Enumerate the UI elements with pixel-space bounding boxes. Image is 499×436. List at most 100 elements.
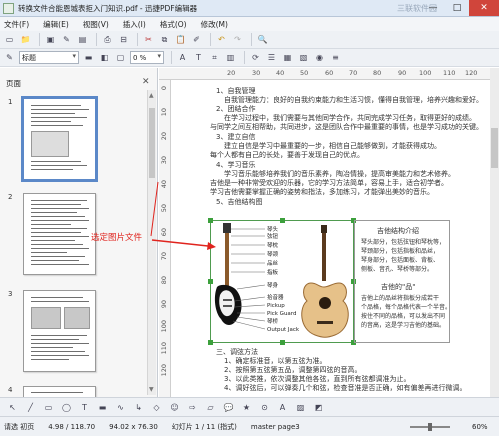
flowchart-icon[interactable]: ▱ xyxy=(204,401,217,414)
select-arrow-icon[interactable]: ↖ xyxy=(6,401,19,414)
page-number: 1 xyxy=(8,98,13,106)
fontwork-icon[interactable]: A xyxy=(276,401,289,414)
line-color-icon[interactable]: ▬ xyxy=(82,51,95,64)
menu-modify[interactable]: 修改(M) xyxy=(201,19,228,30)
pdf-export-icon[interactable]: ▤ xyxy=(76,33,89,46)
extrusion-icon[interactable]: ◩ xyxy=(312,401,325,414)
svg-text:琴枕: 琴枕 xyxy=(267,241,279,249)
figure-textbox[interactable]: 吉他结构介绍 琴头部分，包括弦钮和琴枕等， 琴颈部分，包括指板和品丝， 琴身部分… xyxy=(354,220,451,343)
page-thumbnail-2[interactable] xyxy=(23,193,96,275)
scrollbar-thumb[interactable] xyxy=(149,108,155,178)
color-icon[interactable]: ◉ xyxy=(313,51,326,64)
menu-insert[interactable]: 插入(I) xyxy=(123,19,146,30)
block-arrows-icon[interactable]: ⇨ xyxy=(186,401,199,414)
font-icon[interactable]: A xyxy=(176,51,189,64)
menu-edit[interactable]: 编辑(E) xyxy=(43,19,69,30)
open-folder-icon[interactable]: 📁 xyxy=(19,33,32,46)
crop-icon[interactable]: ⌗ xyxy=(208,51,221,64)
copy-icon[interactable]: ⧉ xyxy=(158,33,171,46)
scroll-down-icon[interactable]: ▼ xyxy=(149,386,154,393)
svg-text:琴颈: 琴颈 xyxy=(267,250,279,258)
standard-toolbar: ▭ 📁 ▣ ✎ ▤ ⎙ ⊟ ✂ ⧉ 📋 ✐ ↶ ↷ 🔍 xyxy=(0,31,499,49)
transparency-field[interactable]: 0 % xyxy=(130,51,164,64)
doc-line: 1、确定标准音，以第五弦为准。 xyxy=(224,357,327,365)
image-insert-icon[interactable]: ▨ xyxy=(294,401,307,414)
zoom-slider[interactable] xyxy=(410,423,450,431)
paint-bucket-icon[interactable]: ✎ xyxy=(3,51,16,64)
page-thumbnail-1[interactable] xyxy=(21,96,98,182)
close-button[interactable]: ✕ xyxy=(469,0,499,16)
save-icon[interactable]: ▣ xyxy=(44,33,57,46)
status-mode: 请选 初页 xyxy=(4,422,35,431)
rectangle-tool-icon[interactable]: ▭ xyxy=(42,401,55,414)
resize-handle[interactable] xyxy=(208,340,213,345)
status-size: 94.02 x 76.30 xyxy=(109,422,158,431)
scrollbar-thumb[interactable] xyxy=(491,128,498,168)
page-thumbnail-3[interactable] xyxy=(23,290,96,372)
new-icon[interactable]: ▭ xyxy=(3,33,16,46)
resize-handle[interactable] xyxy=(280,218,285,223)
window-controls: — □ ✕ xyxy=(421,0,499,16)
symbol-shapes-icon[interactable]: ☺ xyxy=(168,401,181,414)
minimize-button[interactable]: — xyxy=(421,0,445,16)
image-icon[interactable]: ▧ xyxy=(297,51,310,64)
undo-icon[interactable]: ↶ xyxy=(215,33,228,46)
line-tool-icon[interactable]: ╱ xyxy=(24,401,37,414)
pages-panel-title: 页面 xyxy=(6,79,21,88)
curve-tool-icon[interactable]: ∿ xyxy=(114,401,127,414)
menu-view[interactable]: 视图(V) xyxy=(83,19,109,30)
doc-line: 学习吉他需要掌握正确的姿势和指法，多加练习，才能弹出美妙的音乐。 xyxy=(210,188,434,196)
maximize-button[interactable]: □ xyxy=(445,0,469,16)
redo-icon[interactable]: ↷ xyxy=(231,33,244,46)
zoom-icon[interactable]: 🔍 xyxy=(256,33,269,46)
print-preview-icon[interactable]: ⊟ xyxy=(117,33,130,46)
paste-icon[interactable]: 📋 xyxy=(174,33,187,46)
doc-line: 在学习过程中，我们需要与其他同学合作，共同完成学习任务，取得更好的成绩。 xyxy=(224,114,476,122)
connector-tool-icon[interactable]: ↳ xyxy=(132,401,145,414)
status-position: 4.98 / 118.70 xyxy=(48,422,96,431)
status-bar: 请选 初页 4.98 / 118.70 94.02 x 76.30 幻灯片 1 … xyxy=(0,416,499,436)
ellipse-tool-icon[interactable]: ◯ xyxy=(60,401,73,414)
menu-format[interactable]: 格式(O) xyxy=(160,19,187,30)
doc-line: 2、按照第五弦第五品，调整第四弦的音高。 xyxy=(224,366,362,374)
selected-image[interactable]: 琴头 弦钮 琴枕 琴颈 品丝 指板 琴身 拾音器 Pickup Pick Gua… xyxy=(208,218,356,345)
stars-icon[interactable]: ★ xyxy=(240,401,253,414)
clone-format-icon[interactable]: ✐ xyxy=(190,33,203,46)
page-number: 3 xyxy=(8,290,13,298)
scroll-up-icon[interactable]: ▲ xyxy=(149,92,154,99)
fill-icon[interactable]: ◧ xyxy=(98,51,111,64)
rotate-icon[interactable]: ⟳ xyxy=(249,51,262,64)
callouts-icon[interactable]: 💬 xyxy=(222,401,235,414)
svg-text:琴头: 琴头 xyxy=(267,225,279,233)
text-tool-icon[interactable]: T xyxy=(78,401,91,414)
callout-tool-icon[interactable]: ▬ xyxy=(96,401,109,414)
app-icon xyxy=(3,2,14,14)
style-select[interactable]: 标题 xyxy=(19,51,79,64)
align-icon[interactable]: ☰ xyxy=(265,51,278,64)
shapes-tool-icon[interactable]: ◇ xyxy=(150,401,163,414)
doc-line: 每个人都有自己的长处，要善于发现自己的优点。 xyxy=(210,151,364,159)
svg-text:品丝: 品丝 xyxy=(267,259,279,267)
doc-line: 自我管理能力：良好的自我约束能力和生活习惯，懂得自我管理，培养兴趣和爱好。 xyxy=(224,96,483,104)
acoustic-guitar xyxy=(301,225,349,338)
format-toolbar: ✎ 标题 ▬ ◧ ▢ 0 % A T ⌗ ▥ ⟳ ☰ ▦ ▧ ◉ ≡ xyxy=(0,49,499,67)
guitar-illustration: 琴头 弦钮 琴枕 琴颈 品丝 指板 琴身 拾音器 Pickup Pick Gua… xyxy=(214,223,349,338)
edit-doc-icon[interactable]: ✎ xyxy=(60,33,73,46)
menu-bar: 文件(F) 编辑(E) 视图(V) 插入(I) 格式(O) 修改(M) xyxy=(0,17,499,31)
print-icon[interactable]: ⎙ xyxy=(101,33,114,46)
arrange-icon[interactable]: ▦ xyxy=(281,51,294,64)
zoom-level: 60% xyxy=(472,422,488,431)
close-icon[interactable]: ✕ xyxy=(142,77,150,87)
cut-icon[interactable]: ✂ xyxy=(142,33,155,46)
resize-handle[interactable] xyxy=(208,279,213,284)
doc-line: 吉他是一种非常受欢迎的乐器，它的学习方法简单，容易上手，适合初学者。 xyxy=(210,179,448,187)
doc-line: 5、吉他结构图 xyxy=(216,198,263,206)
filter-icon[interactable]: ▥ xyxy=(224,51,237,64)
shadow-icon[interactable]: ▢ xyxy=(114,51,127,64)
text-icon[interactable]: T xyxy=(192,51,205,64)
resize-handle[interactable] xyxy=(280,340,285,345)
points-icon[interactable]: ⊙ xyxy=(258,401,271,414)
list-icon[interactable]: ≡ xyxy=(329,51,342,64)
menu-file[interactable]: 文件(F) xyxy=(4,19,29,30)
vertical-scrollbar[interactable] xyxy=(490,68,499,397)
